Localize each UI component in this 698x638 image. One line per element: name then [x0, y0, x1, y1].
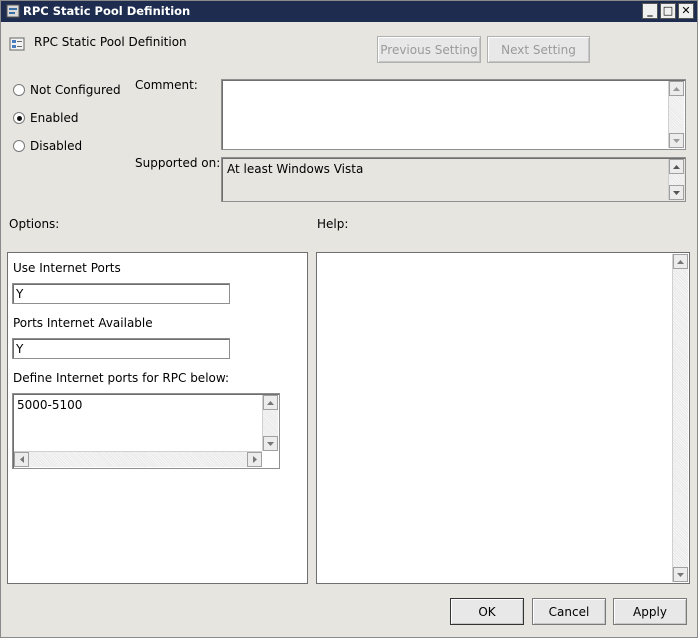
next-setting-button[interactable]: Next Setting: [487, 36, 590, 63]
comment-textarea[interactable]: [221, 79, 686, 150]
scroll-up-icon[interactable]: [669, 81, 684, 96]
previous-setting-button[interactable]: Previous Setting: [377, 36, 481, 63]
setting-title: RPC Static Pool Definition: [34, 35, 187, 49]
options-panel: Use Internet Ports Y Ports Internet Avai…: [7, 252, 308, 584]
maximize-icon[interactable]: □: [660, 3, 676, 19]
supported-on-text: At least Windows Vista: [227, 162, 364, 176]
scroll-up-icon[interactable]: [673, 254, 688, 269]
radio-disabled[interactable]: Disabled: [13, 139, 82, 153]
options-label: Options:: [9, 217, 60, 231]
radio-enabled-label: Enabled: [30, 111, 79, 125]
minimize-icon[interactable]: _: [642, 3, 658, 19]
comment-label: Comment:: [135, 78, 198, 92]
cancel-button[interactable]: Cancel: [532, 598, 606, 625]
close-icon[interactable]: ✕: [678, 3, 694, 19]
policy-dialog-window: RPC Static Pool Definition _ □ ✕ RPC Sta…: [0, 0, 698, 638]
scroll-down-icon[interactable]: [669, 133, 684, 148]
radio-enabled-indicator[interactable]: [13, 112, 25, 124]
policy-setting-icon: [9, 37, 25, 51]
supported-on-box: At least Windows Vista: [221, 157, 686, 202]
radio-enabled[interactable]: Enabled: [13, 111, 79, 125]
ports-internet-available-label: Ports Internet Available: [13, 316, 153, 330]
radio-not-configured-label: Not Configured: [30, 83, 121, 97]
supported-on-label: Supported on:: [135, 156, 221, 170]
radio-not-configured[interactable]: Not Configured: [13, 83, 121, 97]
radio-not-configured-indicator[interactable]: [13, 84, 25, 96]
ports-internet-available-input[interactable]: Y: [12, 338, 230, 359]
use-internet-ports-input[interactable]: Y: [12, 283, 230, 304]
help-panel: [316, 252, 690, 584]
scroll-down-icon[interactable]: [263, 436, 278, 451]
ok-button[interactable]: OK: [450, 598, 524, 625]
help-scrollbar[interactable]: [672, 254, 688, 582]
help-label: Help:: [317, 217, 349, 231]
title-bar[interactable]: RPC Static Pool Definition _ □ ✕: [1, 1, 697, 22]
window-title: RPC Static Pool Definition: [23, 4, 191, 18]
scroll-up-icon[interactable]: [669, 159, 684, 174]
radio-disabled-label: Disabled: [30, 139, 83, 153]
supported-scrollbar[interactable]: [668, 159, 684, 200]
define-ports-vscrollbar[interactable]: [262, 395, 278, 451]
scroll-up-icon[interactable]: [263, 395, 278, 410]
define-ports-hscrollbar[interactable]: [14, 451, 262, 467]
define-ports-label: Define Internet ports for RPC below:: [13, 371, 230, 385]
define-ports-textarea[interactable]: 5000-5100: [12, 393, 280, 469]
radio-disabled-indicator[interactable]: [13, 140, 25, 152]
scroll-down-icon[interactable]: [673, 567, 688, 582]
comment-scrollbar[interactable]: [668, 81, 684, 148]
use-internet-ports-label: Use Internet Ports: [13, 261, 121, 275]
scroll-right-icon[interactable]: [247, 452, 262, 467]
apply-button[interactable]: Apply: [613, 598, 687, 625]
define-ports-text: 5000-5100: [17, 398, 83, 412]
scroll-left-icon[interactable]: [14, 452, 29, 467]
policy-app-icon: [6, 4, 20, 18]
scroll-down-icon[interactable]: [669, 185, 684, 200]
